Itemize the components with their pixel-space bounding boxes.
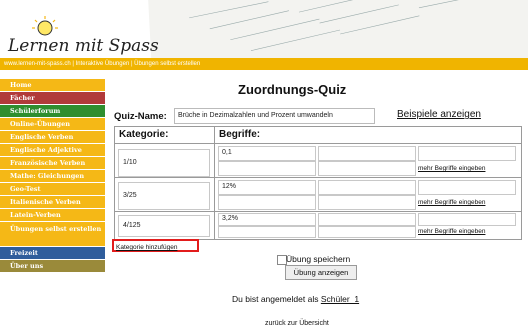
term-input-2-4[interactable] [218,195,316,210]
top-navigation-links[interactable]: www.lernen-mit-spass.ch | Interaktive Üb… [0,61,200,67]
save-exercise-label: Übung speichern [286,254,351,264]
show-exercise-button[interactable]: Übung anzeigen [285,265,357,280]
term-input-1[interactable]: 0,1 [218,146,316,161]
more-terms-link-3[interactable]: mehr Begriffe eingeben [418,228,485,235]
category-input-1[interactable]: 1/10 [118,149,210,177]
page-title: Zuordnungs-Quiz [238,82,347,97]
term-input-1-5[interactable] [318,161,416,176]
more-terms-link-1[interactable]: mehr Begriffe eingeben [418,165,485,172]
term-input-1-4[interactable] [218,161,316,176]
sidebar-item-englische-adjektive[interactable]: Englische Adjektive [0,144,105,156]
login-status: Du bist angemeldet als Schüler_1 [232,294,360,304]
term-input-2-5[interactable] [318,195,416,210]
sidebar-item-uebungen-selbst-erstellen[interactable]: Übungen selbst erstellen [0,222,105,246]
terms-column-header: Begriffe: [219,129,261,140]
term-input-2-2[interactable] [318,180,416,195]
sidebar-item-freizeit[interactable]: Freizeit [0,247,105,259]
sidebar-item-faecher[interactable]: Fächer [0,92,105,104]
sidebar-item-franzoesische-verben[interactable]: Französische Verben [0,157,105,169]
term-input-3-5[interactable] [318,226,416,238]
sidebar-item-italienische-verben[interactable]: Italienische Verben [0,196,105,208]
category-input-2[interactable]: 3/25 [118,182,210,210]
category-column-header: Kategorie: [119,129,169,140]
sidebar-item-geo-test[interactable]: Geo-Test [0,183,105,195]
add-category-link[interactable]: Kategorie hinzufügen [112,239,199,252]
more-terms-link-2[interactable]: mehr Begriffe eingeben [418,199,485,206]
sidebar-item-englische-verben[interactable]: Englische Verben [0,131,105,143]
term-input-1-2[interactable] [318,146,416,161]
back-to-overview-link[interactable]: zurück zur Übersicht [265,320,329,327]
user-link[interactable]: Schüler_1 [321,294,359,304]
math-scribble-graphic [189,0,499,51]
sidebar-item-latein-verben[interactable]: Latein-Verben [0,209,105,221]
header-paper-graphic [148,0,528,58]
site-logo[interactable]: Lernen mit Spass [8,36,159,56]
sidebar-menu: Home Fächer Schülerforum Online-Übungen … [0,79,105,273]
header-divider [115,143,521,144]
category-input-3[interactable]: 4/125 [118,215,210,237]
sidebar-item-home[interactable]: Home [0,79,105,91]
quiz-name-input[interactable]: Brüche in Dezimalzahlen und Prozent umwa… [174,108,375,124]
term-input-2[interactable]: 12% [218,180,316,195]
sidebar-item-mathe-gleichungen[interactable]: Mathe: Gleichungen [0,170,105,182]
term-input-3[interactable]: 3,2% [218,213,316,226]
sidebar-item-online-uebungen[interactable]: Online-Übungen [0,118,105,130]
top-navigation-bar: www.lernen-mit-spass.ch | Interaktive Üb… [0,58,528,70]
row-divider [115,177,521,178]
show-examples-link[interactable]: Beispiele anzeigen [397,109,481,120]
term-input-3-4[interactable] [218,226,316,238]
assignment-table: Kategorie: Begriffe: 1/10 0,1 mehr Begri… [114,126,522,240]
row-divider [115,211,521,212]
sidebar-item-schuelerforum[interactable]: Schülerforum [0,105,105,117]
term-input-1-3[interactable] [418,146,516,161]
sidebar-item-ueber-uns[interactable]: Über uns [0,260,105,272]
term-input-3-3[interactable] [418,213,516,226]
site-header: Lernen mit Spass [0,0,528,58]
term-input-3-2[interactable] [318,213,416,226]
term-input-2-3[interactable] [418,180,516,195]
quiz-name-label: Quiz-Name: [114,111,167,122]
